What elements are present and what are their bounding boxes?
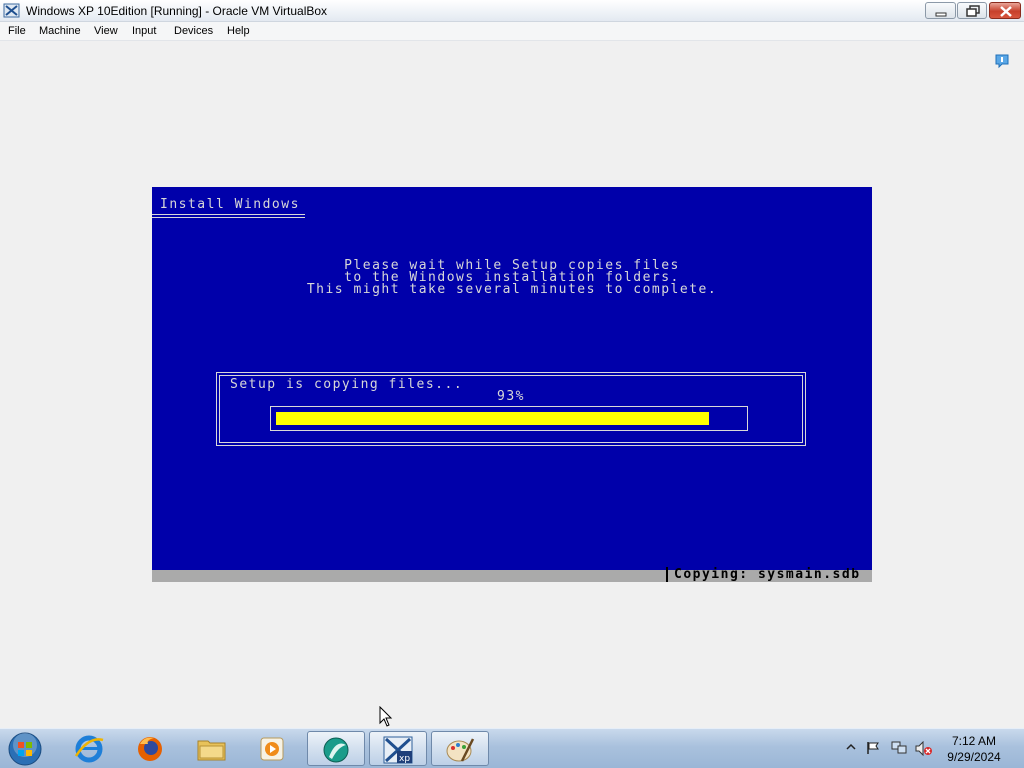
- menu-devices[interactable]: Devices: [174, 25, 213, 37]
- menu-help[interactable]: Help: [227, 25, 250, 37]
- progress-dialog: Setup is copying files... 93%: [216, 372, 806, 446]
- media-player-button[interactable]: [244, 731, 302, 766]
- windows-xp-virtualbox-icon: xp: [383, 736, 413, 764]
- heading-underline: [152, 214, 305, 218]
- setup-heading: Install Windows: [160, 197, 300, 212]
- file-explorer-icon: [197, 740, 226, 761]
- restore-icon: [966, 5, 980, 17]
- menu-view[interactable]: View: [94, 25, 118, 37]
- vm-display[interactable]: Install Windows Please wait while Setup …: [152, 187, 872, 582]
- setup-status-bar: Copying: sysmain.sdb: [152, 567, 872, 582]
- firefox-icon: [138, 737, 162, 761]
- file-explorer-button[interactable]: [184, 731, 242, 766]
- menu-input[interactable]: Input: [132, 25, 156, 37]
- windows-start-orb[interactable]: [5, 731, 45, 767]
- menu-machine[interactable]: Machine: [39, 25, 81, 37]
- progress-bar-track: [270, 406, 748, 431]
- notification-speech-bubble-icon[interactable]: [994, 53, 1010, 69]
- paint-icon: [446, 738, 475, 762]
- action-center-flag-icon[interactable]: [866, 741, 880, 755]
- internet-explorer-icon: [74, 735, 104, 763]
- progress-bar-fill: [276, 412, 709, 425]
- virtualbox-icon: [3, 3, 20, 18]
- progress-percent: 93%: [497, 389, 525, 404]
- clock-date: 9/29/2024: [947, 750, 1001, 764]
- minimize-button[interactable]: [925, 2, 956, 19]
- menu-file[interactable]: File: [8, 25, 26, 37]
- network-icon[interactable]: [891, 741, 907, 755]
- window-title: Windows XP 10Edition [Running] - Oracle …: [26, 4, 328, 18]
- virtualbox-xp-button[interactable]: xp: [369, 731, 427, 766]
- media-player-icon: [260, 737, 284, 761]
- taskbar: xp 7:12 AM 9/29/2024: [0, 728, 1024, 768]
- svg-text:xp: xp: [399, 754, 410, 764]
- close-icon: [1000, 6, 1012, 17]
- show-hidden-icons-icon[interactable]: [846, 741, 856, 753]
- generic-app-button[interactable]: [307, 731, 365, 766]
- volume-muted-icon[interactable]: [915, 741, 933, 756]
- generic-app-icon: [323, 737, 349, 763]
- internet-explorer-button[interactable]: [61, 731, 119, 766]
- firefox-button[interactable]: [122, 731, 180, 766]
- mouse-cursor-icon: [379, 706, 393, 727]
- close-button[interactable]: [989, 2, 1021, 19]
- minimize-icon: [935, 12, 947, 17]
- restore-button[interactable]: [957, 2, 987, 19]
- copying-status: Copying: sysmain.sdb: [666, 567, 861, 582]
- clock-time: 7:12 AM: [951, 734, 997, 748]
- menu-bar: File Machine View Input Devices Help: [0, 22, 1024, 41]
- title-bar: Windows XP 10Edition [Running] - Oracle …: [0, 0, 1024, 22]
- system-clock[interactable]: 7:12 AM 9/29/2024: [940, 733, 1008, 765]
- paint-button[interactable]: [431, 731, 489, 766]
- wait-message-line-3: This might take several minutes to compl…: [306, 282, 718, 297]
